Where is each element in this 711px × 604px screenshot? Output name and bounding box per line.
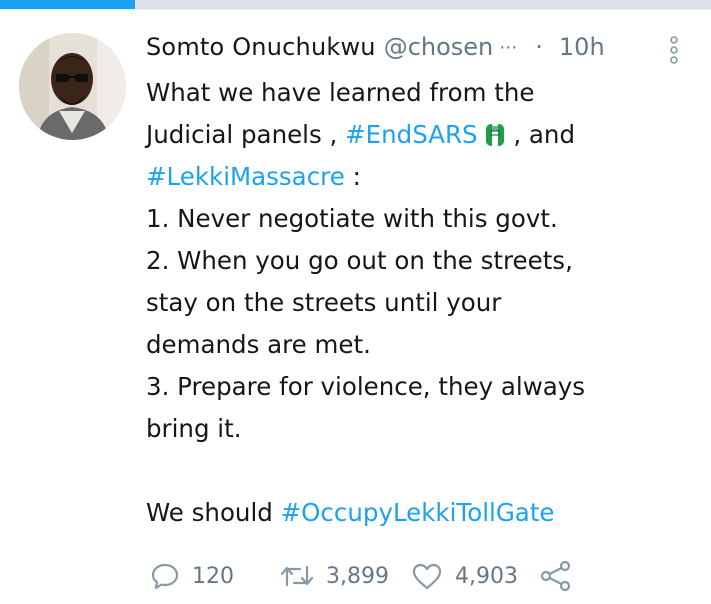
like-button[interactable]: 4,903 — [411, 562, 518, 590]
fist-flag-icon — [484, 119, 506, 147]
handle-truncation: ⋯ — [499, 36, 518, 58]
hashtag-endsars[interactable]: #EndSARS — [345, 120, 477, 149]
share-icon — [540, 561, 572, 591]
top-divider — [0, 9, 711, 10]
tweet-line: 1. Never negotiate with this govt. — [146, 204, 558, 233]
tweet-line: Judicial panels , #EndSARS , and — [146, 114, 691, 156]
tweet-line: What we have learned from the — [146, 78, 535, 107]
hashtag-lekkimassacre[interactable]: #LekkiMassacre — [146, 162, 345, 191]
tweet-line: #LekkiMassacre : — [146, 156, 691, 198]
retweet-icon — [280, 563, 314, 589]
tweet-header: Somto Onuchukwu @chosen ⋯ · 10h — [146, 30, 605, 64]
retweet-button[interactable]: 3,899 — [280, 563, 389, 589]
share-button[interactable] — [540, 561, 572, 591]
tweet-line: We should #OccupyLekkiTollGate — [146, 492, 691, 534]
hashtag-occupylekkitollgate[interactable]: #OccupyLekkiTollGate — [281, 498, 555, 527]
tweet-text: Judicial panels , — [146, 120, 346, 149]
author-handle[interactable]: @chosen — [384, 33, 494, 61]
tweet-text: : — [344, 162, 361, 191]
tweet-actions: 120 3,899 4,903 — [150, 556, 572, 596]
tweet-line: stay on the streets until your — [146, 288, 502, 317]
like-count: 4,903 — [454, 563, 518, 589]
avatar-image — [19, 33, 126, 140]
tweet-line: 3. Prepare for violence, they always — [146, 372, 586, 401]
tweet-text: , and — [505, 120, 576, 149]
vertical-dots-icon[interactable] — [668, 36, 680, 64]
avatar[interactable] — [19, 33, 126, 140]
tweet-text: We should — [146, 498, 281, 527]
header-separator: · — [535, 33, 543, 61]
heart-icon — [411, 562, 443, 590]
tweet-line: 2. When you go out on the streets, — [146, 246, 573, 275]
retweet-count: 3,899 — [326, 563, 389, 589]
author-name[interactable]: Somto Onuchukwu — [146, 33, 376, 61]
tweet-line: demands are met. — [146, 330, 371, 359]
reply-icon — [150, 561, 180, 591]
reply-button[interactable]: 120 — [150, 561, 234, 591]
tweet-body: What we have learned from the Judicial p… — [146, 72, 691, 534]
tweet-line: bring it. — [146, 414, 242, 443]
reply-count: 120 — [192, 563, 234, 589]
tweet-timestamp[interactable]: 10h — [559, 33, 605, 61]
